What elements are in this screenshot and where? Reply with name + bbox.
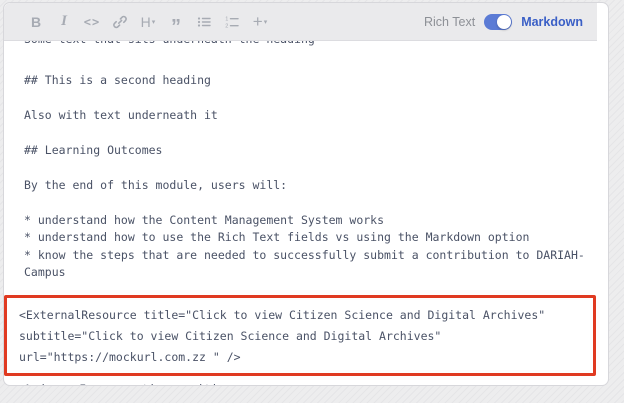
toggle-knob	[497, 15, 511, 29]
blockquote-button[interactable]: ”	[162, 8, 190, 36]
bullet-item: * understand how the Content Management …	[24, 212, 608, 229]
markdown-heading: ## Learning Outcomes	[24, 142, 608, 159]
bullet-item: * understand how to use the Rich Text fi…	[24, 229, 608, 246]
external-resource-line: <ExternalResource title="Click to view C…	[19, 305, 587, 326]
paragraph: And now I can continue writing	[24, 381, 608, 386]
svg-text:2: 2	[225, 23, 228, 29]
italic-button[interactable]: I	[50, 8, 78, 36]
paragraph: By the end of this module, users will:	[24, 177, 608, 194]
svg-text:1: 1	[225, 16, 228, 22]
ordered-list-button[interactable]: 1 2	[218, 8, 246, 36]
partially-scrolled-line: Some text that sits underneath the headi…	[24, 41, 608, 48]
italic-icon: I	[61, 13, 67, 30]
markdown-heading: ## This is a second heading	[24, 72, 608, 89]
insert-button[interactable]: + ▾	[246, 8, 274, 36]
ordered-list-icon: 1 2	[224, 14, 240, 30]
code-button[interactable]: <>	[78, 8, 106, 36]
plus-icon: +	[253, 12, 263, 32]
mode-toggle[interactable]	[484, 14, 512, 30]
quote-icon: ”	[171, 13, 181, 31]
external-resource-line: url="https://mockurl.com.zz " />	[19, 347, 587, 368]
bullet-item: * know the steps that are needed to succ…	[24, 247, 608, 282]
rich-text-label: Rich Text	[424, 15, 475, 29]
markdown-label[interactable]: Markdown	[521, 15, 583, 29]
link-icon	[112, 14, 128, 30]
mode-switch: Rich Text Markdown	[424, 14, 583, 30]
markdown-editor-area[interactable]: Some text that sits underneath the headi…	[4, 41, 608, 386]
bullet-list-icon	[196, 14, 212, 30]
heading-icon: H	[141, 14, 151, 30]
bullet-list: * understand how the Content Management …	[24, 212, 608, 281]
paragraph: Also with text underneath it	[24, 107, 608, 124]
external-resource-highlight-box: <ExternalResource title="Click to view C…	[4, 295, 596, 376]
heading-button[interactable]: H ▾	[134, 8, 162, 36]
formatting-toolbar: B I <> H ▾ ”	[4, 3, 597, 41]
chevron-down-icon: ▾	[264, 18, 268, 26]
editor-panel: B I <> H ▾ ”	[3, 2, 609, 386]
bold-button[interactable]: B	[22, 8, 50, 36]
bold-icon: B	[31, 14, 41, 30]
code-icon: <>	[84, 15, 100, 29]
bullet-list-button[interactable]	[190, 8, 218, 36]
chevron-down-icon: ▾	[152, 18, 156, 26]
link-button[interactable]	[106, 8, 134, 36]
external-resource-line: subtitle="Click to view Citizen Science …	[19, 326, 587, 347]
